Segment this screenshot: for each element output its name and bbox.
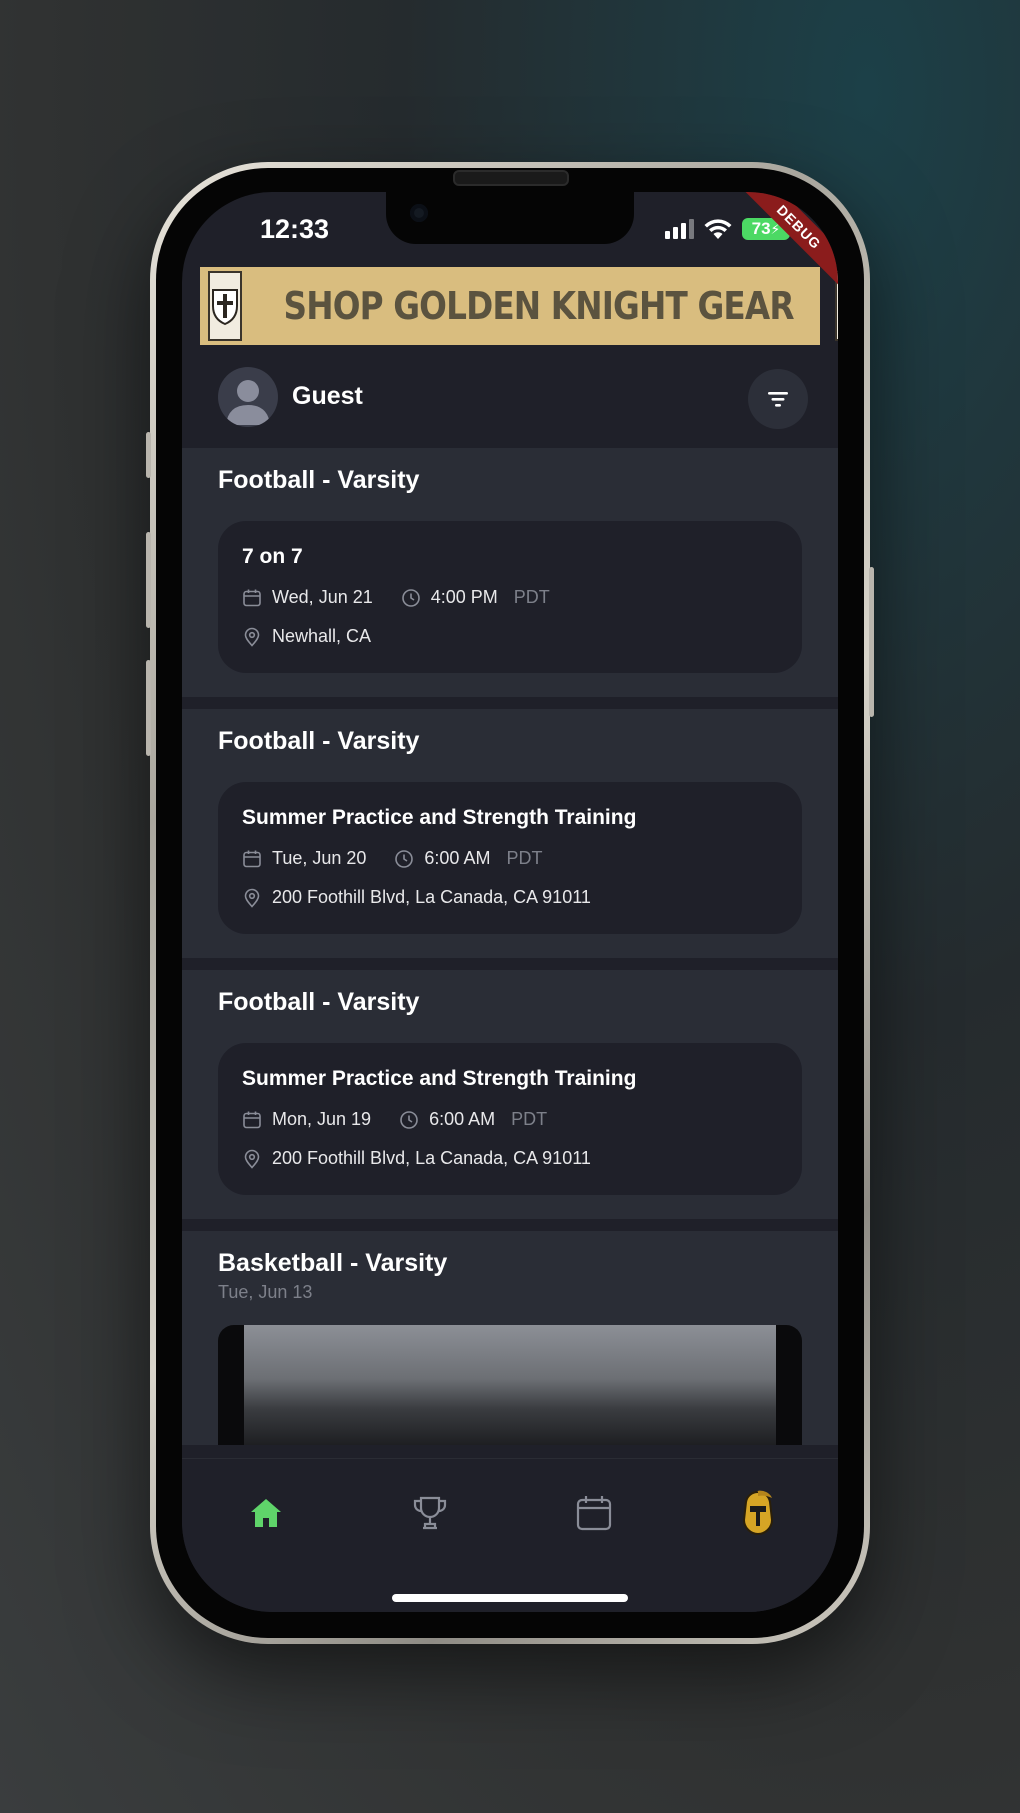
calendar-icon: [243, 1111, 261, 1128]
bottom-tab-bar: [182, 1458, 838, 1612]
clock-icon: [400, 1110, 418, 1129]
knight-helmet-icon: [742, 1490, 774, 1536]
feed-section: Football - Varsity 7 on 7 Wed, Jun 21 4:…: [182, 448, 838, 697]
filter-button[interactable]: [748, 369, 808, 429]
location-pin-icon: [244, 627, 260, 647]
event-feed: Football - Varsity 7 on 7 Wed, Jun 21 4:…: [182, 448, 838, 1457]
team-name: Football - Varsity: [218, 727, 420, 755]
event-date: Mon, Jun 19: [272, 1109, 372, 1129]
event-location: Newhall, CA: [272, 626, 372, 646]
event-location-row: 200 Foothill Blvd, La Canada, CA 91011: [242, 887, 778, 908]
status-time: 12:33: [260, 214, 330, 244]
avatar[interactable]: [218, 367, 278, 427]
event-location-item: 200 Foothill Blvd, La Canada, CA 91011: [242, 887, 591, 908]
clock-icon: [395, 849, 414, 868]
home-indicator: [392, 1594, 628, 1602]
event-date: Wed, Jun 21: [272, 587, 373, 607]
wifi-icon: [704, 219, 732, 239]
clock-icon: [401, 588, 420, 607]
event-date-item: Tue, Jun 20: [242, 848, 366, 869]
event-timezone: PDT: [513, 587, 550, 607]
filter-icon: [768, 392, 788, 407]
event-timezone: PDT: [511, 1109, 548, 1129]
shop-banner[interactable]: SHOP GOLDEN KNIGHT GEAR: [200, 267, 838, 345]
team-huddle-image: [244, 1325, 776, 1445]
event-location-item: Newhall, CA: [242, 626, 371, 647]
event-time-item: 6:00 AM PDT: [399, 1109, 547, 1130]
event-location: 200 Foothill Blvd, La Canada, CA 91011: [272, 887, 591, 907]
event-date-item: Mon, Jun 19: [242, 1109, 371, 1130]
event-location: 200 Foothill Blvd, La Canada, CA 91011: [272, 1148, 591, 1168]
event-location-item: 200 Foothill Blvd, La Canada, CA 91011: [242, 1148, 591, 1169]
event-datetime: Mon, Jun 19 6:00 AM PDT: [242, 1109, 778, 1130]
cellular-signal-icon: [665, 219, 694, 239]
team-name: Football - Varsity: [218, 466, 420, 494]
event-time-item: 4:00 PM PDT: [401, 587, 550, 608]
tab-trophy[interactable]: [400, 1483, 460, 1543]
location-pin-icon: [244, 888, 260, 908]
event-location-row: 200 Foothill Blvd, La Canada, CA 91011: [242, 1148, 778, 1169]
event-title: Summer Practice and Strength Training: [242, 806, 637, 829]
event-title: 7 on 7: [242, 545, 303, 568]
post-photo[interactable]: [218, 1325, 802, 1445]
dynamic-notch: [386, 192, 634, 244]
post-date: Tue, Jun 13: [218, 1282, 313, 1302]
calendar-icon: [576, 1496, 612, 1531]
event-datetime: Tue, Jun 20 6:00 AM PDT: [242, 848, 778, 869]
event-time: 6:00 AM: [429, 1109, 496, 1129]
status-icons: 73 ⚡: [665, 218, 790, 240]
volume-up-button: [146, 532, 151, 628]
tab-calendar[interactable]: [564, 1483, 624, 1543]
feed-section: Football - Varsity Summer Practice and S…: [182, 970, 838, 1219]
user-name: Guest: [292, 382, 363, 410]
profile-header: Guest: [182, 347, 838, 443]
battery-level: 73: [751, 219, 771, 238]
app-screen: 12:33 73 ⚡ DEBUG SHOP GOLDEN KNIGHT GEAR …: [182, 192, 838, 1612]
tab-home[interactable]: [236, 1483, 296, 1543]
location-pin-icon: [244, 1149, 260, 1169]
event-timezone: PDT: [506, 848, 543, 868]
feed-section: Football - Varsity Summer Practice and S…: [182, 709, 838, 958]
event-title: Summer Practice and Strength Training: [242, 1067, 637, 1090]
event-card[interactable]: Summer Practice and Strength Training Mo…: [218, 1043, 802, 1195]
calendar-icon: [243, 589, 261, 606]
volume-down-button: [146, 660, 151, 756]
action-button: [146, 432, 151, 478]
event-card[interactable]: Summer Practice and Strength Training Tu…: [218, 782, 802, 934]
home-icon: [251, 1499, 281, 1527]
event-time: 4:00 PM: [430, 587, 498, 607]
tab-team[interactable]: [728, 1483, 788, 1543]
banner-text: SHOP GOLDEN KNIGHT GEAR: [283, 284, 795, 328]
event-time: 6:00 AM: [424, 848, 491, 868]
feed-section: Basketball - Varsity Tue, Jun 13: [182, 1231, 838, 1445]
event-date-item: Wed, Jun 21: [242, 587, 373, 608]
team-name: Football - Varsity: [218, 988, 420, 1016]
event-date: Tue, Jun 20: [272, 848, 367, 868]
event-location-row: Newhall, CA: [242, 626, 778, 647]
power-button: [869, 567, 874, 717]
team-name: Basketball - Varsity: [218, 1249, 448, 1277]
earpiece-speaker: [453, 170, 569, 186]
event-card[interactable]: 7 on 7 Wed, Jun 21 4:00 PM PDT Newhall, C…: [218, 521, 802, 673]
camera-icon: [410, 204, 428, 222]
crest-icon: [208, 271, 242, 341]
event-datetime: Wed, Jun 21 4:00 PM PDT: [242, 587, 778, 608]
calendar-icon: [243, 850, 261, 867]
event-time-item: 6:00 AM PDT: [394, 848, 542, 869]
trophy-icon: [413, 1496, 447, 1530]
